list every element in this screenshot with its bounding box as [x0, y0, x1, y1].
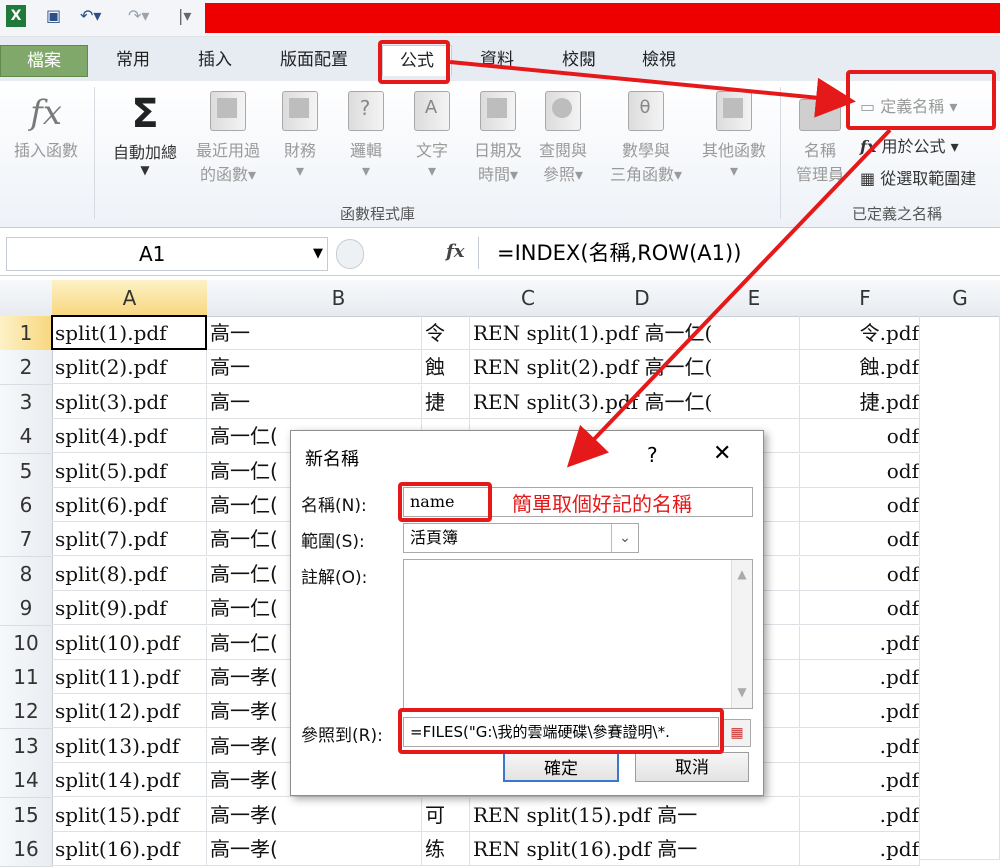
- arrow-to-define-name: [449, 60, 856, 118]
- arrow-to-dialog: [566, 128, 892, 468]
- annotation-arrows: [449, 60, 892, 468]
